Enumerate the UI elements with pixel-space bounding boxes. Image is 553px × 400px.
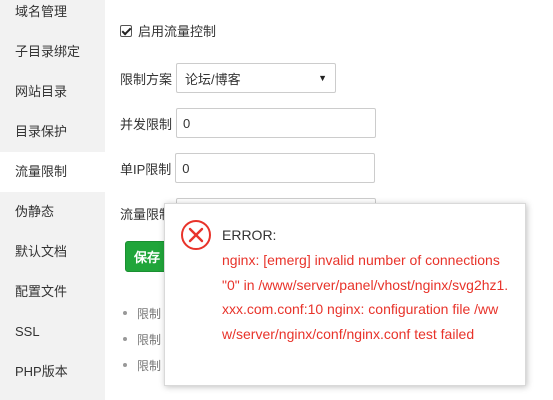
- sidebar-item-config-file[interactable]: 配置文件: [0, 272, 105, 312]
- sidebar-item-rewrite[interactable]: 伪静态: [0, 192, 105, 232]
- scheme-select-value: 论坛/博客: [185, 71, 241, 87]
- enable-traffic-control-row[interactable]: 启用流量控制: [120, 21, 216, 40]
- bullet-icon: [123, 363, 127, 367]
- sidebar-item-default-doc[interactable]: 默认文档: [0, 232, 105, 272]
- sidebar-item-subdir-binding[interactable]: 子目录绑定: [0, 32, 105, 72]
- save-button[interactable]: 保存: [125, 241, 169, 272]
- note-text: 限制: [137, 332, 162, 347]
- note-text: 限制: [137, 358, 162, 373]
- note-text: 限制: [137, 306, 162, 321]
- sidebar-item-php-version[interactable]: PHP版本: [0, 352, 105, 392]
- per-ip-row: 单IP限制 0: [120, 153, 376, 183]
- concurrency-row: 并发限制 0: [120, 108, 377, 138]
- concurrency-label: 并发限制: [120, 116, 173, 132]
- bullet-icon: [123, 337, 127, 341]
- concurrency-input-value: 0: [183, 115, 191, 131]
- note-item: 限制: [123, 352, 161, 378]
- error-title: ERROR:: [222, 227, 277, 243]
- sidebar-item-dir-protect[interactable]: 目录保护: [0, 112, 105, 152]
- sidebar-item-traffic-limit[interactable]: 流量限制: [0, 152, 105, 192]
- bullet-icon: [123, 311, 127, 315]
- note-item: 限制: [123, 326, 161, 352]
- concurrency-input[interactable]: 0: [176, 108, 377, 138]
- scheme-row: 限制方案 论坛/博客 ▼: [120, 63, 337, 93]
- scheme-select[interactable]: 论坛/博客 ▼: [176, 63, 337, 93]
- caret-down-icon: ▼: [318, 73, 328, 83]
- sidebar-item-domain[interactable]: 域名管理: [0, 0, 105, 32]
- error-dialog: ERROR: nginx: [emerg] invalid number of …: [164, 203, 526, 386]
- notes-list: 限制 限制 限制: [123, 300, 161, 378]
- error-circle-x-icon: [181, 220, 211, 250]
- sidebar: 域名管理 子目录绑定 网站目录 目录保护 流量限制 伪静态 默认文档 配置文件 …: [0, 0, 105, 400]
- per-ip-input-value: 0: [182, 160, 190, 176]
- scheme-label: 限制方案: [120, 71, 173, 87]
- note-item: 限制: [123, 300, 161, 326]
- enable-checkbox-label: 启用流量控制: [138, 24, 217, 39]
- error-message: nginx: [emerg] invalid number of connect…: [222, 252, 509, 342]
- enable-checkbox[interactable]: [120, 24, 132, 37]
- sidebar-item-site-dir[interactable]: 网站目录: [0, 72, 105, 112]
- site-settings-panel: 域名管理 子目录绑定 网站目录 目录保护 流量限制 伪静态 默认文档 配置文件 …: [0, 0, 553, 400]
- sidebar-item-ssl[interactable]: SSL: [0, 312, 105, 352]
- per-ip-label: 单IP限制: [120, 161, 172, 177]
- per-ip-input[interactable]: 0: [175, 153, 376, 183]
